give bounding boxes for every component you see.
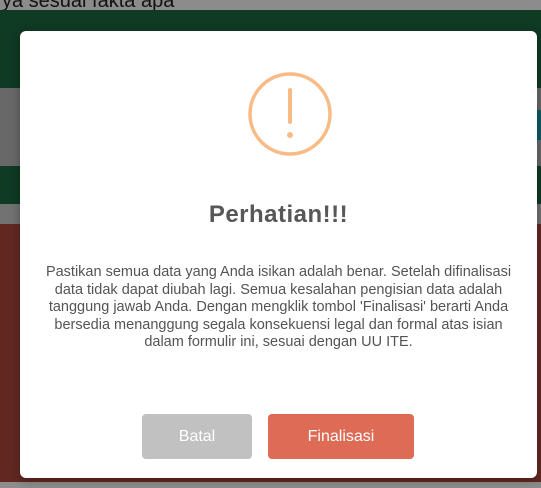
cancel-button[interactable]: Batal bbox=[142, 414, 252, 459]
exclamation-circle-icon bbox=[248, 72, 332, 156]
confirmation-dialog: Perhatian!!! Pastikan semua data yang An… bbox=[20, 31, 537, 478]
dialog-title: Perhatian!!! bbox=[208, 201, 349, 228]
dialog-message: Pastikan semua data yang Anda isikan ada… bbox=[45, 264, 512, 350]
finalize-button[interactable]: Finalisasi bbox=[268, 414, 414, 459]
